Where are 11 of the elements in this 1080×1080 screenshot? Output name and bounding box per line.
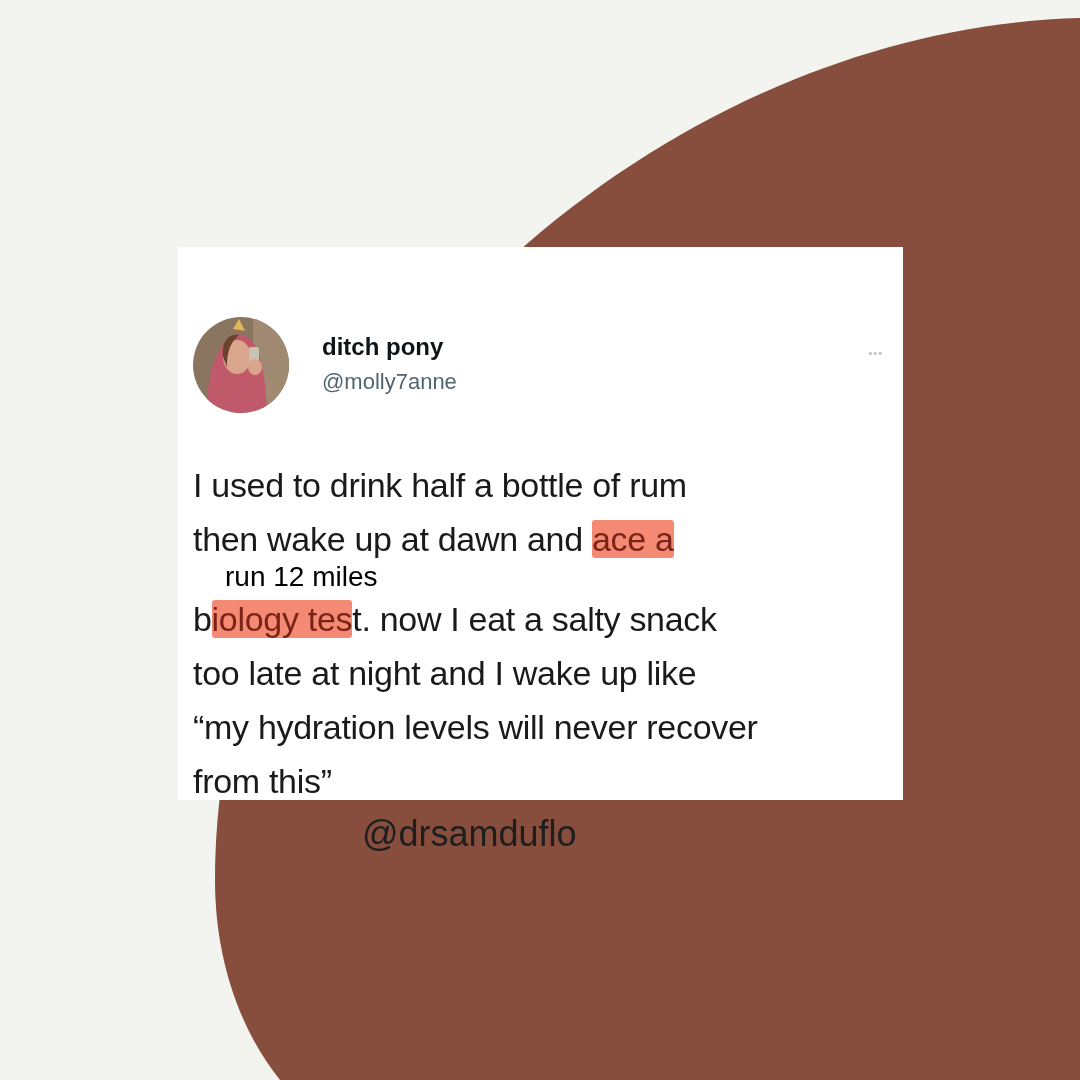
- tweet-text-line: then wake up at dawn and ace a: [193, 519, 674, 559]
- tweet-text-line: I used to drink half a bottle of rum: [193, 465, 687, 505]
- scribble-mark: ace a: [591, 520, 674, 558]
- tweet-text-line: from this”: [193, 761, 332, 801]
- more-button[interactable]: •••: [868, 347, 883, 359]
- display-name: ditch pony: [322, 333, 445, 361]
- credit-handle: @drsamduflo: [362, 813, 577, 855]
- user-handle: @molly7anne: [322, 369, 458, 395]
- tweet-text-line: “my hydration levels will never recover: [193, 707, 758, 747]
- handwritten-correction: run 12 miles: [225, 563, 378, 591]
- tweet-text-line: too late at night and I wake up like: [193, 653, 697, 693]
